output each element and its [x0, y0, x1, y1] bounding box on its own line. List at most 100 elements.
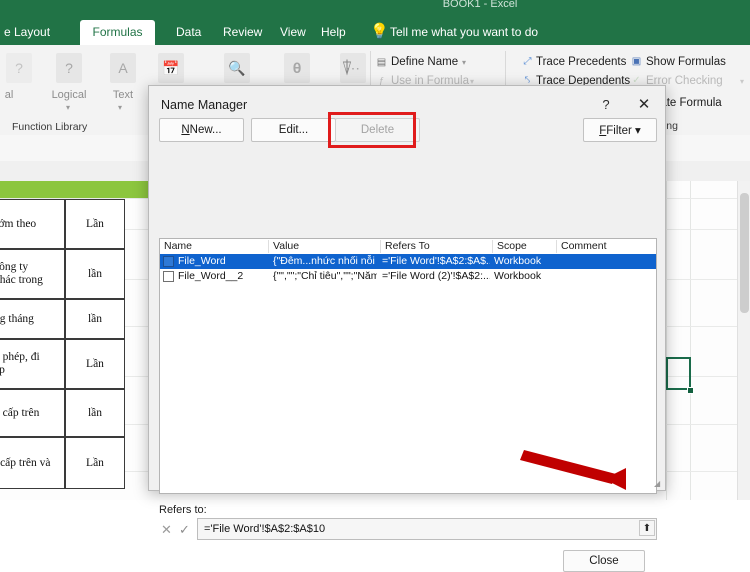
fill-handle[interactable] — [687, 387, 694, 394]
row-name: File_Word — [178, 255, 226, 267]
column-divider[interactable] — [268, 240, 269, 253]
show-formulas-button[interactable]: Show Formulas — [646, 56, 726, 68]
row-value: {"","";"Chỉ tiêu","";"Năm... — [273, 270, 377, 282]
logical-function-icon[interactable]: ? — [56, 53, 82, 83]
list-item[interactable]: File_Word {"Đêm...nhức nhối nỗi ... ='Fi… — [160, 254, 656, 269]
cell-text: lần — [87, 268, 103, 280]
table-row[interactable]: ng tháng — [0, 299, 65, 339]
table-row[interactable]: lần — [65, 299, 125, 339]
vertical-scrollbar[interactable] — [737, 181, 750, 500]
defined-names-icon[interactable]: ⍒ — [330, 55, 364, 83]
chevron-down-icon[interactable]: ▾ — [740, 77, 744, 86]
tab-view[interactable]: View — [272, 20, 314, 45]
row-name: File_Word__2 — [178, 270, 244, 282]
chevron-down-icon[interactable]: ▾ — [118, 103, 122, 112]
new-button[interactable]: NNew... — [159, 118, 244, 142]
trace-precedents-icon: ⤢ — [523, 55, 532, 67]
table-row[interactable]: Lần — [65, 437, 125, 489]
column-header-value[interactable]: Value — [273, 239, 299, 254]
cell-text: i cấp trên và — [0, 456, 51, 469]
new-button-label-rest: New... — [189, 124, 222, 136]
filter-button[interactable]: FFilter ▾ — [583, 118, 657, 142]
edit-button[interactable]: Edit... — [251, 118, 336, 142]
close-x-icon[interactable]: ✕ — [631, 92, 657, 116]
table-row[interactable]: sớm theo — [0, 199, 65, 249]
cell-text: lần — [87, 313, 103, 325]
edit-button-label: Edit... — [278, 124, 309, 136]
close-button[interactable]: Close — [563, 550, 645, 572]
close-button-label: Close — [589, 555, 619, 567]
cell-text: khác trong — [0, 274, 43, 286]
cell-text: ép — [0, 364, 5, 376]
trace-precedents-button[interactable]: Trace Precedents — [536, 56, 626, 68]
window-title: BOOK1 - Excel — [442, 0, 518, 10]
refers-to-label: Refers to: — [159, 504, 207, 516]
dialog-title: Name Manager — [161, 98, 248, 112]
table-row[interactable]: lần — [65, 249, 125, 299]
tab-data[interactable]: Data — [168, 20, 209, 45]
list-item[interactable]: File_Word__2 {"","";"Chỉ tiêu","";"Năm..… — [160, 269, 656, 284]
chevron-down-icon[interactable]: ▾ — [462, 58, 466, 67]
text-function-icon[interactable]: A — [110, 53, 136, 83]
table-row[interactable]: Lần — [65, 199, 125, 249]
table-row[interactable]: i cấp trên và — [0, 437, 65, 489]
column-header-refers-to[interactable]: Refers To — [385, 239, 430, 254]
table-row[interactable]: lần — [65, 389, 125, 437]
cell-text: lần — [87, 407, 103, 419]
define-name-button[interactable]: Define Name — [391, 56, 458, 68]
function-library-group-label: Function Library — [12, 121, 88, 133]
row-value: {"Đêm...nhức nhối nỗi ... — [273, 255, 377, 267]
refers-to-input[interactable]: ='File Word'!$A$2:$A$10 — [197, 518, 657, 540]
lightbulb-icon: 💡 — [370, 23, 389, 40]
question-mark-icon[interactable]: ? — [593, 92, 619, 116]
column-divider[interactable] — [492, 240, 493, 253]
column-divider[interactable] — [380, 240, 381, 253]
define-name-icon: ▤ — [376, 56, 387, 68]
row-refers-to: ='File Word (2)'!$A$2:... — [382, 270, 490, 282]
tab-page-layout[interactable]: e Layout — [0, 20, 60, 45]
row-refers-to: ='File Word'!$A$2:$A$... — [382, 255, 490, 267]
close-arrow-annotation — [520, 450, 626, 490]
table-row[interactable]: công ty khác trong — [0, 249, 65, 299]
column-header-scope[interactable]: Scope — [497, 239, 527, 254]
table-row[interactable]: u cấp trên — [0, 389, 65, 437]
column-header-name[interactable]: Name — [164, 239, 192, 254]
ribbon-tab-band: BOOK1 - Excel e Layout Formulas Data Rev… — [0, 0, 750, 45]
cell-text: công ty — [0, 261, 29, 273]
table-row[interactable]: Lần — [65, 339, 125, 389]
date-time-function-icon[interactable]: 📅 — [158, 53, 184, 83]
cell-text: n phép, đi — [0, 351, 40, 363]
math-trig-icon[interactable]: 𝛉 — [284, 53, 310, 83]
scrollbar-thumb[interactable] — [740, 193, 749, 313]
cell-text: u cấp trên — [0, 406, 40, 419]
lookup-reference-icon[interactable]: 🔍 — [224, 53, 250, 83]
row-scope: Workbook — [494, 255, 542, 267]
function-icon[interactable]: ? — [6, 53, 32, 83]
cell-text: Lần — [86, 457, 104, 469]
chevron-down-icon[interactable]: ▾ — [66, 103, 70, 112]
cancel-x-icon[interactable]: ✕ — [158, 520, 175, 539]
column-divider[interactable] — [556, 240, 557, 253]
cell-text: Lần — [86, 358, 104, 370]
row-comment — [561, 254, 651, 269]
list-header-row: Name Value Refers To Scope Comment — [160, 239, 656, 255]
tab-formulas[interactable]: Formulas — [80, 20, 155, 45]
selected-cell[interactable] — [666, 357, 691, 390]
tell-me-search-box[interactable]: Tell me what you want to do — [390, 20, 538, 45]
cell-text: sớm theo — [0, 217, 37, 230]
function-library-label-al: al — [4, 89, 14, 101]
filter-button-label: Filter — [606, 125, 632, 137]
collapse-dialog-icon[interactable]: ⬆ — [639, 520, 655, 536]
confirm-check-icon[interactable]: ✓ — [176, 520, 193, 539]
row-scope: Workbook — [494, 270, 542, 282]
logical-label: Logical — [51, 89, 87, 101]
tab-review[interactable]: Review — [215, 20, 270, 45]
cell-text: Lần — [86, 218, 104, 230]
named-range-icon — [163, 271, 174, 282]
tab-help[interactable]: Help — [313, 20, 354, 45]
row-comment — [561, 269, 651, 284]
show-formulas-icon: ▣ — [631, 55, 642, 67]
named-range-icon — [163, 256, 174, 267]
table-row[interactable]: n phép, đi ép — [0, 339, 65, 389]
column-header-comment[interactable]: Comment — [561, 239, 607, 254]
